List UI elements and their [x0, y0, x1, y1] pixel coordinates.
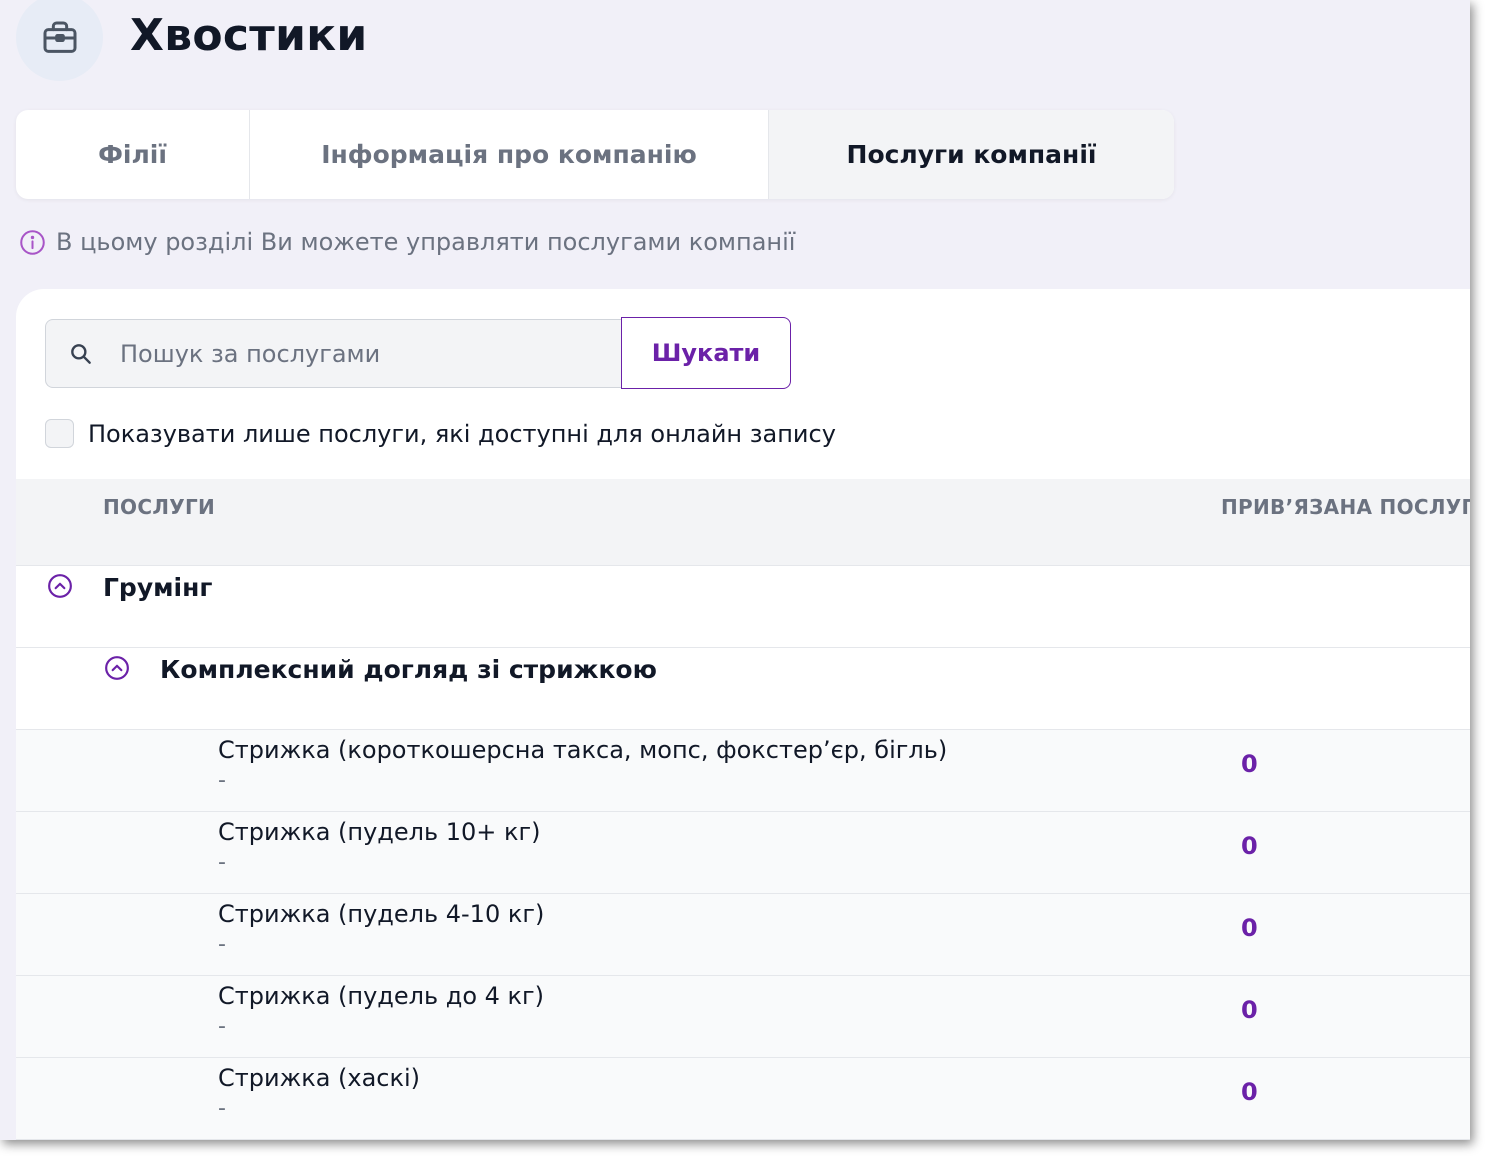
linked-service-count[interactable]: 0 — [1241, 750, 1258, 778]
search-icon — [68, 341, 94, 367]
table-row[interactable]: Стрижка (пудель 4-10 кг) - 0 — [16, 894, 1470, 976]
page-title: Хвостики — [130, 10, 368, 61]
online-filter-checkbox[interactable] — [45, 419, 74, 448]
linked-service-count[interactable]: 0 — [1241, 1078, 1258, 1106]
table-row[interactable]: Стрижка (пудель до 4 кг) - 0 — [16, 976, 1470, 1058]
tab-company-info[interactable]: Інформація про компанію — [250, 110, 769, 199]
page-header: Хвостики — [0, 0, 1470, 90]
service-subtext: - — [218, 1014, 226, 1039]
column-header-linked-service: ПРИВ’ЯЗАНА ПОСЛУГА — [1221, 495, 1470, 519]
info-icon — [20, 229, 45, 255]
service-name: Стрижка (пудель 10+ кг) — [218, 818, 541, 846]
linked-service-count[interactable]: 0 — [1241, 996, 1258, 1024]
table-row[interactable]: Стрижка (хаскі) - 0 — [16, 1058, 1470, 1140]
online-filter-label: Показувати лише послуги, які доступні дл… — [88, 419, 836, 448]
chevron-up-icon[interactable] — [104, 655, 130, 681]
app-frame: Хвостики Філії Інформація про компанію П… — [0, 0, 1470, 1140]
table-row[interactable]: Стрижка (короткошерсна такса, мопс, фокс… — [16, 730, 1470, 812]
linked-service-count[interactable]: 0 — [1241, 832, 1258, 860]
briefcase-icon — [43, 21, 76, 53]
service-name: Стрижка (пудель 4-10 кг) — [218, 900, 545, 928]
service-name: Стрижка (короткошерсна такса, мопс, фокс… — [218, 736, 948, 764]
services-card: Шукати Показувати лише послуги, які дост… — [16, 289, 1470, 1140]
info-message: В цьому розділі Ви можете управляти посл… — [19, 228, 795, 256]
service-subtext: - — [218, 1096, 226, 1121]
company-avatar — [16, 0, 103, 81]
tab-branches[interactable]: Філії — [16, 110, 250, 199]
category-label: Грумінг — [103, 573, 213, 602]
tab-company-services[interactable]: Послуги компанії — [769, 110, 1174, 199]
service-subtext: - — [218, 850, 226, 875]
subcategory-label: Комплексний догляд зі стрижкою — [160, 655, 657, 684]
category-row: Грумінг — [16, 566, 1470, 648]
table-header: ПОСЛУГИ ПРИВ’ЯЗАНА ПОСЛУГА — [16, 479, 1470, 566]
subcategory-row: Комплексний догляд зі стрижкою — [16, 648, 1470, 730]
table-row[interactable]: Стрижка (пудель 10+ кг) - 0 — [16, 812, 1470, 894]
online-filter: Показувати лише послуги, які доступні дл… — [45, 419, 836, 448]
service-name: Стрижка (пудель до 4 кг) — [218, 982, 545, 1010]
service-name: Стрижка (хаскі) — [218, 1064, 421, 1092]
tab-bar: Філії Інформація про компанію Послуги ко… — [16, 110, 1174, 199]
info-text: В цьому розділі Ви можете управляти посл… — [56, 228, 796, 256]
search-input[interactable] — [120, 339, 580, 368]
service-subtext: - — [218, 932, 226, 957]
service-subtext: - — [218, 768, 226, 793]
search-field — [45, 319, 622, 388]
linked-service-count[interactable]: 0 — [1241, 914, 1258, 942]
column-header-services: ПОСЛУГИ — [103, 495, 216, 519]
search-button[interactable]: Шукати — [621, 317, 791, 389]
chevron-up-icon[interactable] — [47, 573, 73, 599]
